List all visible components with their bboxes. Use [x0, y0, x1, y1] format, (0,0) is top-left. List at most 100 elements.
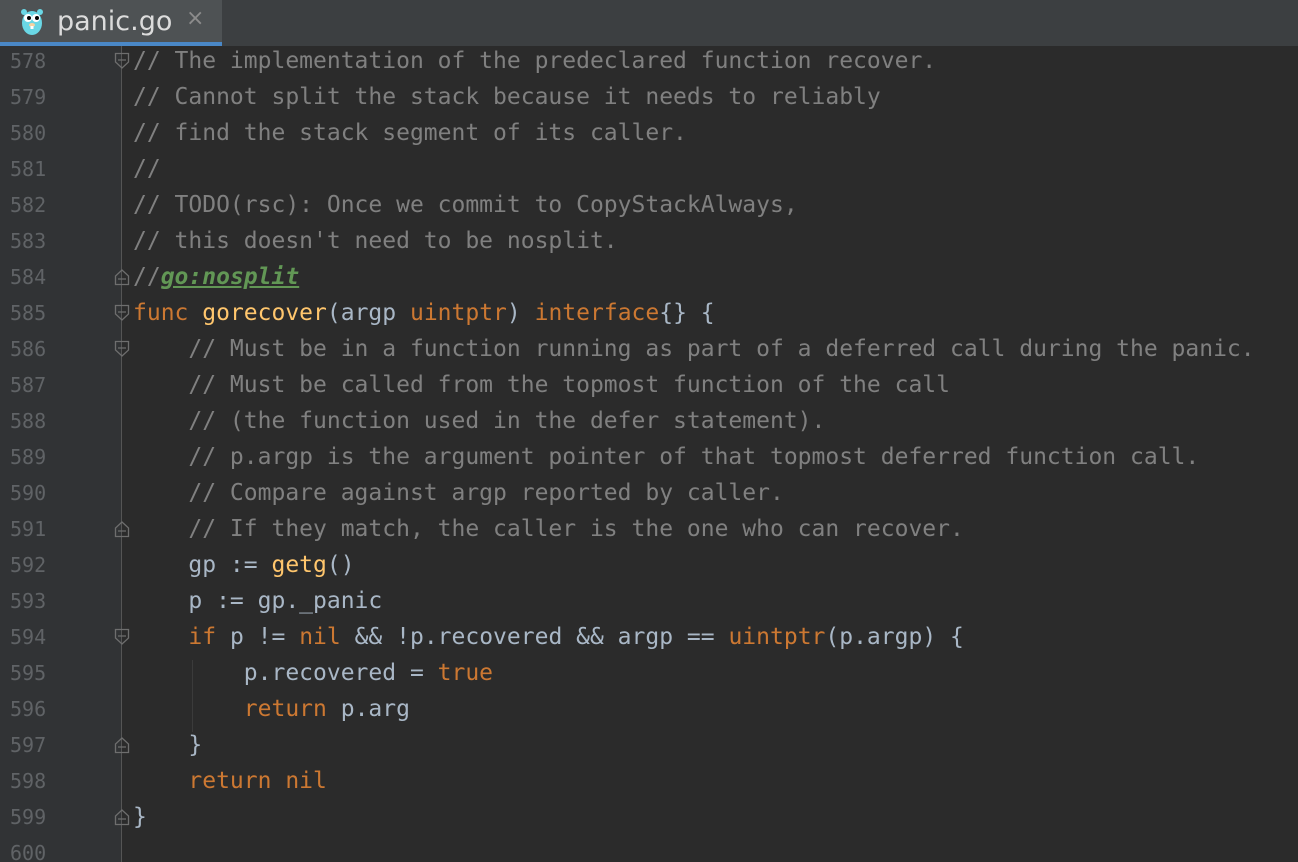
- line-number[interactable]: 578: [10, 46, 46, 79]
- code-token: && !p.recovered && argp ==: [354, 624, 729, 650]
- code-line[interactable]: 594 if p != nil && !p.recovered && argp …: [0, 619, 1298, 655]
- code-line[interactable]: 583 // this doesn't need to be nosplit.: [0, 223, 1298, 259]
- code-text[interactable]: return nil: [133, 763, 326, 799]
- code-text[interactable]: // Must be in a function running as part…: [133, 331, 1254, 367]
- line-number[interactable]: 582: [10, 187, 46, 223]
- code-line[interactable]: 598 return nil: [0, 763, 1298, 799]
- code-token: // Compare against argp reported by call…: [133, 480, 784, 506]
- code-line[interactable]: 587 // Must be called from the topmost f…: [0, 367, 1298, 403]
- line-number[interactable]: 584: [10, 259, 46, 295]
- code-text[interactable]: p := gp._panic: [133, 583, 382, 619]
- code-line[interactable]: 589 // p.argp is the argument pointer of…: [0, 439, 1298, 475]
- code-text[interactable]: // If they match, the caller is the one …: [133, 511, 964, 547]
- code-text[interactable]: // this doesn't need to be nosplit.: [133, 223, 618, 259]
- code-text[interactable]: }: [133, 727, 202, 763]
- line-number[interactable]: 589: [10, 439, 46, 475]
- code-token: nil: [299, 624, 355, 650]
- code-line[interactable]: 597 }: [0, 727, 1298, 763]
- line-number[interactable]: 587: [10, 367, 46, 403]
- code-line[interactable]: 596 return p.arg: [0, 691, 1298, 727]
- fold-end-icon[interactable]: [114, 268, 130, 286]
- code-token: p := gp._panic: [133, 588, 383, 614]
- code-token: // Cannot split the stack because it nee…: [133, 84, 881, 110]
- fold-end-icon[interactable]: [114, 520, 130, 538]
- fold-collapse-icon[interactable]: [114, 340, 130, 358]
- code-line[interactable]: 581 //: [0, 151, 1298, 187]
- line-number[interactable]: 597: [10, 727, 46, 763]
- line-number[interactable]: 588: [10, 403, 46, 439]
- line-number[interactable]: 599: [10, 799, 46, 835]
- code-line[interactable]: 599}: [0, 799, 1298, 835]
- code-text[interactable]: //: [133, 151, 161, 187]
- file-tab-panic-go[interactable]: panic.go ×: [0, 0, 222, 46]
- line-number[interactable]: 583: [10, 223, 46, 259]
- code-line[interactable]: 591 // If they match, the caller is the …: [0, 511, 1298, 547]
- code-line[interactable]: 584 //go:nosplit: [0, 259, 1298, 295]
- line-number[interactable]: 580: [10, 115, 46, 151]
- code-text[interactable]: // (the function used in the defer state…: [133, 403, 825, 439]
- code-editor[interactable]: 578 // The implementation of the predecla…: [0, 46, 1298, 862]
- code-token: uintptr: [409, 300, 507, 326]
- tab-title: panic.go: [57, 6, 173, 37]
- code-token: // (the function used in the defer state…: [133, 408, 826, 434]
- line-number[interactable]: 586: [10, 331, 46, 367]
- line-number[interactable]: 600: [10, 835, 46, 862]
- code-token: ): [506, 300, 535, 326]
- code-token: // If they match, the caller is the one …: [133, 516, 964, 542]
- code-line[interactable]: 580 // find the stack segment of its call…: [0, 115, 1298, 151]
- line-number[interactable]: 579: [10, 79, 46, 115]
- code-text[interactable]: p.recovered = true: [133, 655, 493, 691]
- line-number[interactable]: 592: [10, 547, 46, 583]
- code-token: if: [188, 624, 230, 650]
- code-text[interactable]: // find the stack segment of its caller.: [133, 115, 687, 151]
- code-text[interactable]: // Compare against argp reported by call…: [133, 475, 784, 511]
- code-text[interactable]: return p.arg: [133, 691, 410, 727]
- fold-collapse-icon[interactable]: [114, 52, 130, 70]
- fold-end-icon[interactable]: [114, 808, 130, 826]
- line-number[interactable]: 595: [10, 655, 46, 691]
- close-icon[interactable]: ×: [186, 5, 204, 33]
- code-text[interactable]: // Cannot split the stack because it nee…: [133, 79, 881, 115]
- code-line[interactable]: 582 // TODO(rsc): Once we commit to CopyS…: [0, 187, 1298, 223]
- code-line[interactable]: 593 p := gp._panic: [0, 583, 1298, 619]
- line-number[interactable]: 596: [10, 691, 46, 727]
- line-number[interactable]: 594: [10, 619, 46, 655]
- code-line[interactable]: 585 func gorecover(argp uintptr) interfac…: [0, 295, 1298, 331]
- line-number[interactable]: 593: [10, 583, 46, 619]
- code-line[interactable]: 600: [0, 835, 1298, 862]
- line-number[interactable]: 591: [10, 511, 46, 547]
- code-token: // Must be called from the topmost funct…: [133, 372, 950, 398]
- code-text[interactable]: if p != nil && !p.recovered && argp == u…: [133, 619, 964, 655]
- line-number[interactable]: 585: [10, 295, 46, 331]
- code-line[interactable]: 579 // Cannot split the stack because it …: [0, 79, 1298, 115]
- code-token: uintptr: [728, 624, 826, 650]
- code-line[interactable]: 578 // The implementation of the predecla…: [0, 46, 1298, 79]
- code-token: return: [243, 696, 341, 722]
- gopher-icon: [21, 9, 43, 35]
- code-token: p.arg: [340, 696, 410, 722]
- line-number[interactable]: 581: [10, 151, 46, 187]
- editor-tab-bar: panic.go ×: [0, 0, 1298, 47]
- code-text[interactable]: }: [133, 799, 147, 835]
- code-text[interactable]: gp := getg(): [133, 547, 354, 583]
- code-line[interactable]: 595 p.recovered = true: [0, 655, 1298, 691]
- code-text[interactable]: //go:nosplit: [133, 259, 299, 295]
- code-token: true: [437, 660, 494, 686]
- code-line[interactable]: 586 // Must be in a function running as …: [0, 331, 1298, 367]
- line-number[interactable]: 590: [10, 475, 46, 511]
- code-text[interactable]: // p.argp is the argument pointer of tha…: [133, 439, 1199, 475]
- code-line[interactable]: 592 gp := getg(): [0, 547, 1298, 583]
- code-text[interactable]: // TODO(rsc): Once we commit to CopyStac…: [133, 187, 798, 223]
- fold-collapse-icon[interactable]: [114, 628, 130, 646]
- code-line[interactable]: 590 // Compare against argp reported by …: [0, 475, 1298, 511]
- line-number[interactable]: 598: [10, 763, 46, 799]
- fold-end-icon[interactable]: [114, 736, 130, 754]
- fold-collapse-icon[interactable]: [114, 304, 130, 322]
- code-text[interactable]: func gorecover(argp uintptr) interface{}…: [133, 295, 715, 331]
- code-text[interactable]: // The implementation of the predeclared…: [133, 46, 936, 79]
- code-token: (p.argp) {: [825, 624, 964, 650]
- code-line[interactable]: 588 // (the function used in the defer s…: [0, 403, 1298, 439]
- code-text[interactable]: // Must be called from the topmost funct…: [133, 367, 950, 403]
